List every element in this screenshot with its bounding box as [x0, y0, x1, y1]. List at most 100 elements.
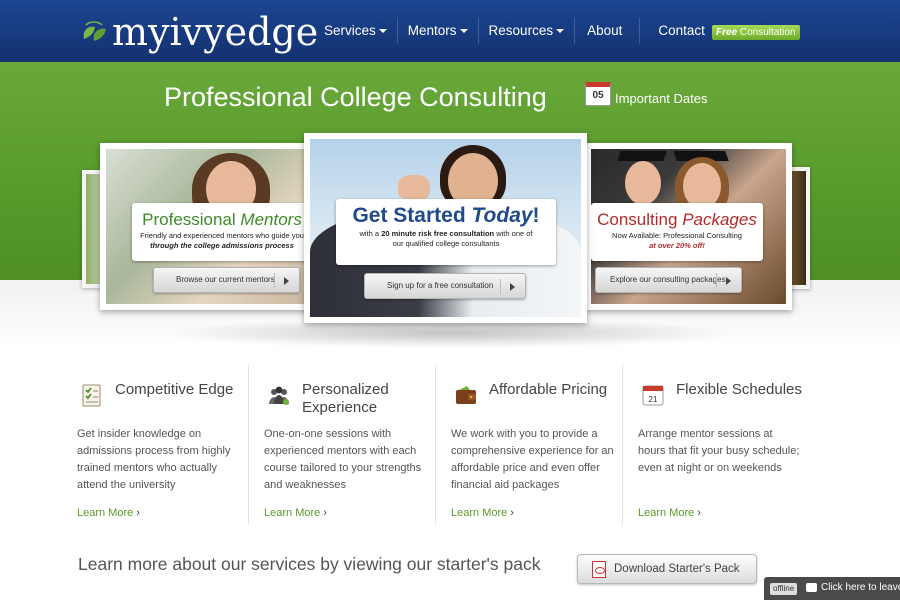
feature-title: Competitive Edge — [115, 381, 234, 398]
nav-resources[interactable]: Resources — [479, 18, 576, 44]
chat-status-badge: offline — [770, 583, 798, 595]
feature-affordable-pricing: Affordable Pricing We work with you to p… — [436, 365, 623, 525]
title-part: Consulting — [597, 210, 683, 229]
photo-fist — [398, 175, 430, 201]
link-label: Learn More — [264, 507, 321, 519]
checklist-icon — [82, 384, 101, 407]
packages-card-sub-italic: at over 20% off! — [649, 241, 705, 250]
pdf-icon — [592, 561, 606, 578]
download-starter-pack-button[interactable]: Download Starter's Pack — [577, 554, 757, 584]
calendar-icon[interactable]: 05 — [585, 82, 611, 106]
play-arrow-icon — [284, 277, 289, 285]
link-label: Learn More — [451, 507, 508, 519]
get-started-card: Get Started Today! with a 20 minute risk… — [336, 199, 556, 265]
mentors-card-title: Professional Mentors — [132, 209, 308, 231]
link-label: Learn More — [638, 507, 695, 519]
learn-more-link[interactable]: Learn More › — [638, 507, 701, 519]
site-header: myivyedge Services Mentors Resources Abo… — [0, 0, 900, 62]
chat-bubble-icon — [806, 583, 817, 592]
feature-text: One-on-one sessions with experienced men… — [264, 428, 422, 491]
feature-competitive-edge: Competitive Edge Get insider knowledge o… — [62, 365, 249, 525]
mentors-card: Professional Mentors Friendly and experi… — [132, 203, 308, 261]
feature-flexible-schedules: 21 Flexible Schedules Arrange mentor ses… — [623, 365, 810, 525]
get-started-sub-2: our qualified college consultants — [392, 239, 500, 248]
sub-part-bold: 20 minute risk free consultation — [381, 229, 495, 238]
packages-card-title: Consulting Packages — [591, 209, 763, 231]
feature-text: Arrange mentor sessions at hours that fi… — [638, 428, 800, 474]
feature-text: Get insider knowledge on admissions proc… — [77, 428, 231, 491]
nav-label: Services — [324, 23, 376, 38]
link-label: Learn More — [77, 507, 134, 519]
chat-label: Click here to leave — [821, 582, 900, 593]
dropdown-caret-icon — [459, 29, 468, 33]
play-arrow-icon — [726, 277, 731, 285]
button-label: Browse our current mentors — [176, 275, 275, 284]
slide-photo: Professional Mentors Friendly and experi… — [106, 149, 308, 304]
features-row: Competitive Edge Get insider knowledge o… — [62, 365, 810, 525]
ivy-leaf-icon — [83, 21, 106, 41]
title-part: Professional — [142, 210, 241, 229]
feature-title: Flexible Schedules — [676, 381, 802, 398]
chevron-right-icon: › — [697, 507, 701, 519]
chevron-right-icon: › — [510, 507, 514, 519]
play-arrow-icon — [510, 283, 515, 291]
mentors-card-sub-italic: through the college admissions process — [150, 241, 294, 250]
people-icon — [269, 386, 289, 405]
packages-card-sub: Now Available: Professional Consulting — [612, 231, 742, 240]
svg-text:21: 21 — [649, 395, 658, 404]
live-chat-tab[interactable]: offline Click here to leave — [764, 577, 900, 600]
slide-edge-right[interactable] — [790, 167, 810, 289]
important-dates-link[interactable]: Important Dates — [615, 91, 708, 106]
wallet-icon — [456, 386, 476, 404]
feature-title: Personalized Experience — [302, 381, 389, 416]
get-started-sub: with a 20 minute risk free consultation … — [336, 229, 556, 239]
page: myivyedge Services Mentors Resources Abo… — [0, 0, 900, 600]
feature-text: We work with you to provide a comprehens… — [451, 428, 614, 491]
nav-label: Contact — [658, 23, 705, 38]
free-consultation-button[interactable]: Free Consultation — [712, 25, 800, 40]
feature-title: Affordable Pricing — [489, 381, 608, 398]
main-nav: Services Mentors Resources About Contact — [314, 18, 733, 44]
mentors-card-sub: Friendly and experienced mentors who gui… — [140, 231, 304, 240]
title-part: Get Started — [352, 204, 472, 227]
nav-about[interactable]: About — [575, 18, 641, 44]
nav-label: Mentors — [407, 23, 457, 38]
free-consultation-signup-button[interactable]: Sign up for a free consultation — [364, 273, 526, 299]
title-part-end: ! — [532, 204, 540, 227]
nav-mentors[interactable]: Mentors — [398, 18, 479, 44]
browse-mentors-button[interactable]: Browse our current mentors — [153, 267, 300, 293]
learn-more-link[interactable]: Learn More › — [451, 507, 514, 519]
packages-card: Consulting Packages Now Available: Profe… — [591, 203, 763, 261]
logo[interactable]: myivyedge — [80, 10, 318, 54]
explore-packages-button[interactable]: Explore our consulting packages — [595, 267, 742, 293]
chevron-right-icon: › — [323, 507, 327, 519]
dropdown-caret-icon — [556, 29, 565, 33]
photo-face-1 — [625, 161, 661, 205]
logo-text: myivyedge — [112, 10, 319, 54]
starter-pack-text: Learn more about our services by viewing… — [78, 554, 541, 574]
button-label: Sign up for a free consultation — [387, 281, 494, 290]
slide-get-started[interactable]: Get Started Today! with a 20 minute risk… — [304, 133, 587, 323]
nav-label: About — [587, 23, 623, 38]
learn-more-link[interactable]: Learn More › — [264, 507, 327, 519]
slide-photo: Get Started Today! with a 20 minute risk… — [310, 139, 581, 317]
consultation-label: Consultation — [737, 27, 796, 38]
learn-more-link[interactable]: Learn More › — [77, 507, 140, 519]
sub-part: with a — [359, 229, 382, 238]
button-label: Explore our consulting packages — [610, 275, 726, 284]
button-label: Download Starter's Pack — [614, 563, 740, 575]
dropdown-caret-icon — [378, 29, 387, 33]
title-part-italic: Mentors — [240, 210, 302, 229]
slide-packages[interactable]: Consulting Packages Now Available: Profe… — [585, 143, 792, 310]
title-part-italic: Packages — [682, 210, 757, 229]
chevron-right-icon: › — [136, 507, 140, 519]
slide-mentors[interactable]: Professional Mentors Friendly and experi… — [100, 143, 314, 310]
feature-personalized-experience: Personalized Experience One-on-one sessi… — [249, 365, 436, 525]
title-part-italic: Today — [471, 204, 533, 227]
get-started-title: Get Started Today! — [336, 203, 556, 229]
grad-cap-1 — [617, 151, 667, 161]
sub-part: with one of — [494, 229, 533, 238]
nav-services[interactable]: Services — [314, 18, 398, 44]
slide-photo: Consulting Packages Now Available: Profe… — [591, 149, 786, 304]
nav-label: Resources — [488, 23, 554, 38]
